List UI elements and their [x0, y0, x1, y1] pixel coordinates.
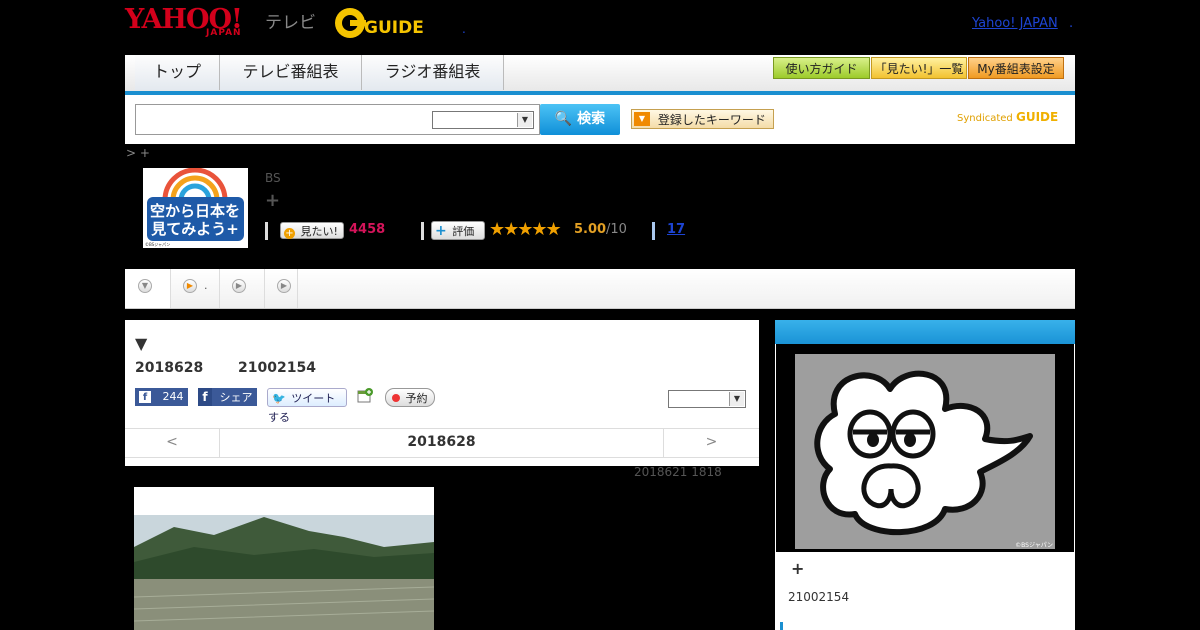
syndicated-gguide-logo: Syndicated GUIDE — [957, 110, 1058, 124]
side-image-credit: ©BSジャパン — [1015, 542, 1053, 549]
link-separator: . — [1069, 16, 1074, 31]
record-reserve-button[interactable]: 予約 — [385, 388, 435, 407]
program-photo — [134, 487, 434, 630]
calendar-add-icon[interactable] — [357, 388, 373, 404]
play-icon: ▶ — [277, 279, 291, 293]
play-icon: ▶ — [183, 279, 197, 293]
landscape-photo — [134, 487, 434, 630]
nav-tab-tv-listings[interactable]: テレビ番組表 — [220, 55, 362, 90]
program-tabs: ▼ ▶ . ▶ ▶ — [125, 269, 1075, 309]
syndicated-text: Syndicated — [957, 113, 1013, 124]
breadcrumb: > + — [126, 146, 150, 160]
tab-third[interactable]: ▶ — [220, 269, 265, 308]
chevron-down-icon: ▼ — [729, 392, 744, 406]
twitter-bird-icon: 🐦 — [272, 392, 286, 405]
divider — [421, 222, 424, 240]
review-count-link[interactable]: 17 — [667, 222, 685, 237]
facebook-share-label: シェア — [219, 391, 253, 404]
next-date-button[interactable]: > — [663, 428, 759, 458]
tab-fourth[interactable]: ▶ — [265, 269, 298, 308]
plus-icon: + — [435, 223, 447, 239]
rate-button[interactable]: + 評価 — [431, 221, 485, 240]
broadcast-time: 21002154 — [238, 360, 316, 376]
svg-text:見てみよう+: 見てみよう+ — [150, 220, 239, 238]
gguide-logo-text: GUIDE — [364, 18, 424, 38]
guide-button-mitai-list[interactable]: 「見たい!」一覧 — [871, 57, 967, 79]
nav-tab-top[interactable]: トップ — [135, 55, 220, 90]
svg-text:空から日本を: 空から日本を — [150, 202, 240, 220]
chevron-down-icon: ▼ — [138, 279, 152, 293]
search-icon: 🔍 — [554, 111, 573, 127]
facebook-like-count: 244 — [162, 390, 184, 403]
last-updated: 2018621 1818 — [634, 465, 722, 479]
facebook-share-button[interactable]: f シェア — [198, 388, 257, 406]
tab-second-label: . — [204, 279, 208, 292]
facebook-like-button[interactable]: f 244 — [135, 388, 188, 406]
play-icon: ▶ — [232, 279, 246, 293]
tv-logo-text[interactable]: テレビ — [265, 8, 316, 33]
character-image: ©BSジャパン — [795, 354, 1055, 549]
facebook-icon: f — [139, 391, 151, 403]
broadcast-date: 2018628 — [135, 360, 204, 376]
registered-keywords-button[interactable]: ▼ 登録したキーワード — [631, 109, 774, 129]
mitai-button-label: 見たい! — [300, 225, 338, 238]
gguide-logo[interactable]: GUIDE — [334, 6, 430, 40]
prev-date-button[interactable]: < — [125, 428, 220, 458]
search-button[interactable]: 🔍 検索 — [540, 104, 620, 135]
nav-tab-radio-listings[interactable]: ラジオ番組表 — [362, 55, 504, 90]
tab-overview[interactable]: ▼ — [125, 269, 171, 308]
record-reserve-label: 予約 — [405, 392, 428, 405]
program-logo-image: 空から日本を 見てみよう+ ©BSジャパン — [145, 167, 244, 247]
mitai-count: 4458 — [349, 222, 386, 237]
search-category-select[interactable]: ▼ — [432, 111, 534, 129]
japan-logo-text: JAPAN — [206, 28, 242, 38]
facebook-icon: f — [198, 388, 212, 406]
search-button-label: 検索 — [577, 111, 606, 127]
thumb-credit: ©BSジャパン — [145, 242, 170, 247]
plus-icon: + — [284, 228, 295, 239]
rating-value: 5.00 — [574, 222, 607, 237]
rate-button-label: 評価 — [452, 225, 475, 238]
tab-second[interactable]: ▶ . — [171, 269, 220, 308]
program-title: + — [265, 190, 281, 211]
mitai-button[interactable]: + 見たい! — [280, 222, 344, 239]
guide-button-howto[interactable]: 使い方ガイド — [773, 57, 870, 79]
divider — [652, 222, 655, 240]
registered-keywords-label: 登録したキーワード — [657, 113, 766, 127]
sidebar-accent-bar — [780, 622, 783, 630]
rating-max: /10 — [606, 222, 627, 237]
current-date-label: 2018628 — [407, 434, 476, 450]
section-arrow: ▼ — [135, 334, 148, 353]
record-dot-icon — [392, 394, 400, 402]
divider — [265, 222, 268, 240]
dropdown-arrow-icon: ▼ — [634, 112, 650, 126]
sidebar-header — [775, 320, 1075, 344]
guide-button-my-settings[interactable]: My番組表設定 — [968, 57, 1064, 79]
tweet-button[interactable]: 🐦 ツイートする — [267, 388, 347, 424]
sidebar-time: 21002154 — [788, 590, 850, 604]
main-nav: トップ テレビ番組表 ラジオ番組表 使い方ガイド 「見たい!」一覧 My番組表設… — [125, 55, 1075, 95]
rating-stars: ★★★★★ — [489, 219, 562, 240]
sidebar-title: + — [791, 559, 805, 578]
cloud-character-illustration: ©BSジャパン — [814, 370, 1053, 549]
program-thumbnail: 空から日本を 見てみよう+ ©BSジャパン — [143, 167, 248, 248]
chevron-down-icon: ▼ — [517, 113, 532, 127]
gguide-small-logo-text: GUIDE — [1015, 110, 1059, 124]
channel-label: BS — [265, 171, 281, 185]
yahoo-japan-link[interactable]: Yahoo! JAPAN — [972, 16, 1058, 31]
reserve-target-select[interactable]: ▼ — [668, 390, 746, 408]
header-dot: . — [462, 22, 466, 36]
